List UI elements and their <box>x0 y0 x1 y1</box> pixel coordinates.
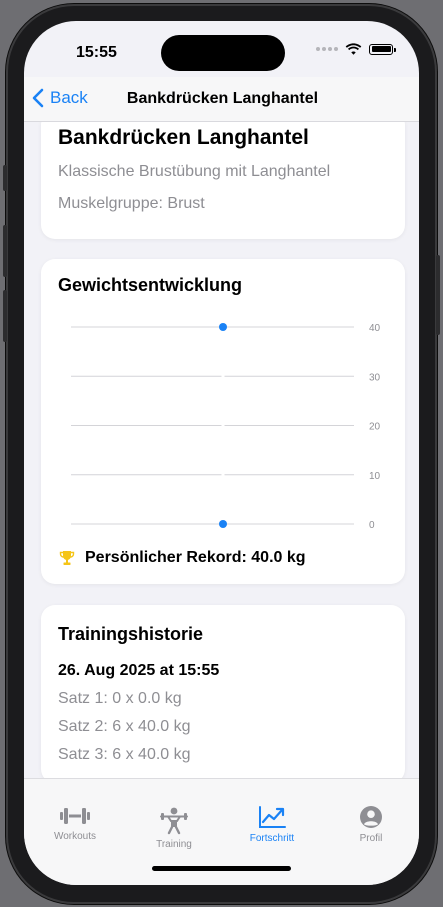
screen: 15:55 Back Bankdrücken Langhantel Bankdr… <box>24 21 419 885</box>
battery-icon <box>369 43 396 55</box>
y-tick-label: 40 <box>369 323 381 334</box>
home-indicator <box>152 866 291 871</box>
exercise-title: Bankdrücken Langhantel <box>58 126 309 149</box>
training-history-card: Trainingshistorie 26. Aug 2025 at 15:55 … <box>41 605 405 778</box>
cellular-signal-icon <box>316 47 338 51</box>
volume-down-button <box>3 290 7 342</box>
weightlifter-icon <box>160 807 188 835</box>
navigation-bar: Back Bankdrücken Langhantel <box>24 77 419 122</box>
personal-record: Persönlicher Rekord: 40.0 kg <box>59 549 306 567</box>
data-point <box>219 520 227 528</box>
y-tick-label: 0 <box>369 520 375 531</box>
person-circle-icon <box>360 806 382 828</box>
power-button <box>436 255 440 335</box>
weight-chart: 40 30 20 10 0 <box>71 323 381 531</box>
tab-label: Training <box>156 839 192 850</box>
volume-up-button <box>3 225 7 277</box>
tab-fortschritt[interactable]: Fortschritt <box>232 805 312 844</box>
tab-label: Fortschritt <box>249 833 295 844</box>
scroll-content[interactable]: Bankdrücken Langhantel Klassische Brustü… <box>24 122 419 778</box>
mute-switch <box>3 165 7 191</box>
exercise-description: Klassische Brustübung mit Langhantel <box>58 163 331 180</box>
history-date: 26. Aug 2025 at 15:55 <box>58 662 220 679</box>
status-time: 15:55 <box>76 44 117 61</box>
exercise-info-card: Bankdrücken Langhantel Klassische Brustü… <box>41 122 405 239</box>
data-point <box>219 323 227 331</box>
muscle-group: Muskelgruppe: Brust <box>58 195 205 212</box>
progress-title: Gewichtsentwicklung <box>58 275 243 295</box>
dynamic-island <box>161 35 285 71</box>
tab-training[interactable]: Training <box>134 805 214 850</box>
wifi-icon <box>345 43 362 55</box>
tab-profil[interactable]: Profil <box>331 805 411 844</box>
y-tick-label: 20 <box>369 422 381 433</box>
status-indicators <box>316 43 396 55</box>
y-tick-label: 30 <box>369 372 381 383</box>
record-label: Persönlicher Rekord: 40.0 kg <box>85 549 306 566</box>
tab-label: Profil <box>359 833 383 844</box>
trophy-icon <box>59 551 75 565</box>
chart-line-icon <box>259 806 286 828</box>
dumbbell-icon <box>60 808 90 824</box>
tab-label: Workouts <box>53 831 97 842</box>
set-row: Satz 3: 6 x 40.0 kg <box>58 746 191 763</box>
nav-title: Bankdrücken Langhantel <box>126 90 319 107</box>
tab-workouts[interactable]: Workouts <box>35 805 115 842</box>
weight-progress-card: Gewichtsentwicklung 40 30 20 10 0 Persönlich… <box>41 259 405 584</box>
set-row: Satz 2: 6 x 40.0 kg <box>58 718 191 735</box>
set-row: Satz 1: 0 x 0.0 kg <box>58 690 182 707</box>
y-tick-label: 10 <box>369 471 381 482</box>
history-title: Trainingshistorie <box>58 624 204 644</box>
